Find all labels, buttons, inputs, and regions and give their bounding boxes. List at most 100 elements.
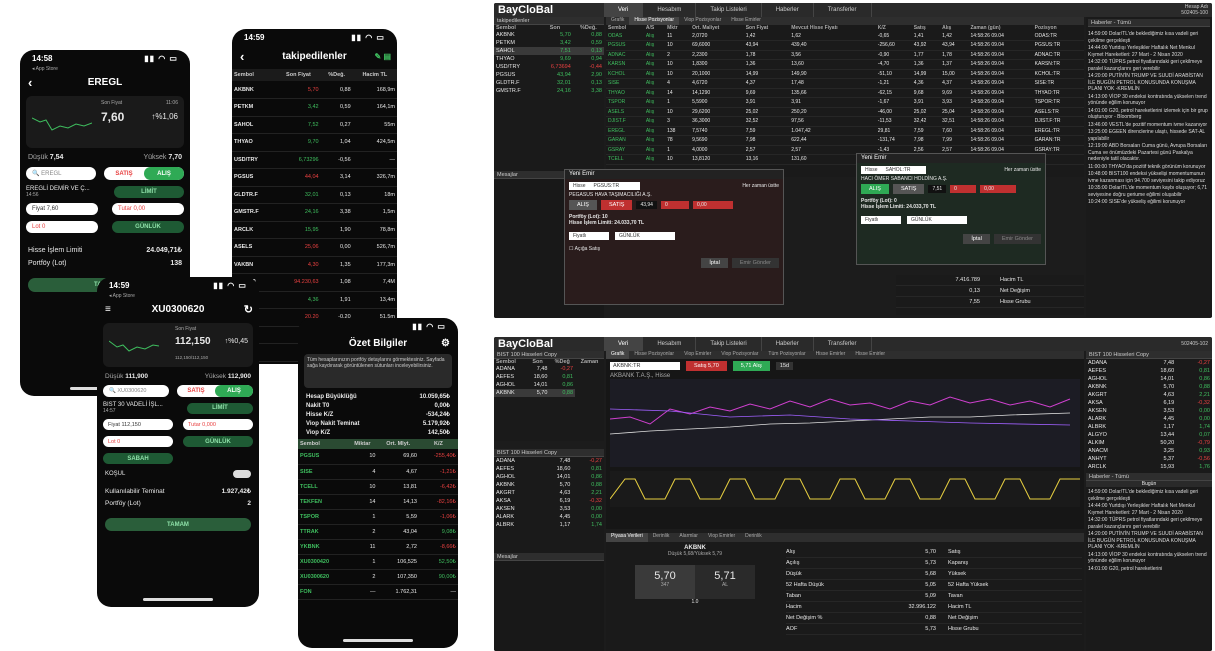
sell-button[interactable]: SATIŞ <box>600 200 633 210</box>
table-row[interactable]: ALBRK 1,17 1,74 <box>494 521 604 529</box>
table-row[interactable]: TSPOR Alış 1 5,5900 3,91 3,91 -1,67 3,91 3,93 14:… <box>606 98 1084 107</box>
table-row[interactable]: ANHYT 5,37 -0,56 <box>1086 455 1212 463</box>
table-row[interactable]: XU0300620 2 107,350 90,00₺ <box>298 569 458 584</box>
news-item[interactable]: 14:59:00 Dolar/TL'de beklediğimiz kısa v… <box>1088 489 1210 502</box>
table-row[interactable]: ADNAC Alış 2 2,2300 1,78 3,56 -0,90 1,77 1,78 14:… <box>606 50 1084 60</box>
table-row[interactable]: EREGL Alış 138 7,5740 7,59 1.047,42 29,81 7,59 7… <box>606 126 1084 136</box>
table-row[interactable]: PGSUS Alış 10 69,6000 43,94 439,40 -256,60 43,9… <box>606 41 1084 50</box>
price-field[interactable]: Fiyat 7,60 <box>26 203 98 215</box>
table-row[interactable]: AEFES 18,60 0,81 <box>494 373 604 381</box>
news-item[interactable]: 11:00:00 THYAO'da pozitif teknik görünüm… <box>1088 164 1210 171</box>
sub-tab[interactable]: Tüm Pozisyonlar <box>763 351 810 359</box>
table-row[interactable]: ODAS Alış 11 2,0720 1,42 1,62 -0,65 1,41 1,42 14:… <box>606 31 1084 41</box>
top-tab[interactable]: Transferler <box>814 3 872 17</box>
top-tab[interactable]: Hesabım <box>643 337 697 351</box>
news-item[interactable]: 13:25:00 EGEEN direnclerine ulaştı, hiss… <box>1088 129 1210 142</box>
validity-select[interactable]: GÜNLÜK <box>112 221 184 233</box>
table-row[interactable]: THYAO 9,70 1,04 424,5m <box>232 134 397 151</box>
side-toggle[interactable]: SATIŞ ALIŞ <box>104 167 184 180</box>
table-row[interactable]: ALARK 4,45 0,00 <box>1086 415 1212 423</box>
ok-button[interactable]: TAMAM <box>105 518 251 531</box>
news-item[interactable]: 14:44:00 Yurtdışı Yerleşikler Haftalık N… <box>1088 503 1210 516</box>
order-type-select[interactable]: LİMİT <box>187 402 253 414</box>
validity-select[interactable]: GÜNLÜK <box>183 436 253 447</box>
table-row[interactable]: AGHOL 14,01 0,86 <box>494 473 604 481</box>
symbol-input[interactable]: SAHOL:TR <box>881 166 926 174</box>
table-row[interactable]: ASELS Alış 10 29,6200 25,02 250,20 -46,00 25,02… <box>606 107 1084 117</box>
validity-select[interactable]: GÜNLÜK <box>907 216 967 224</box>
order-type-select[interactable]: LİMİT <box>114 186 184 198</box>
news-item[interactable]: 14:20:00 PUTİN'İN TRUMP VE SUUDİ ARABİST… <box>1088 531 1210 551</box>
top-tab[interactable]: Veri <box>604 337 644 351</box>
table-row[interactable]: AKBNK 5,70 0,88 <box>494 481 604 489</box>
table-row[interactable]: AKBNK 5,70 0,88 <box>494 31 604 39</box>
condition-toggle[interactable] <box>233 470 251 478</box>
table-row[interactable]: AGHOL 14,01 0,86 <box>494 381 604 389</box>
table-row[interactable]: YKBNK 11 2,72 -8,66₺ <box>298 539 458 554</box>
table-row[interactable]: SAHOL 7,51 0,13 <box>494 47 604 55</box>
amount-field[interactable]: Tutar 0,00 <box>112 203 184 215</box>
top-tab[interactable]: Hesabım <box>643 3 697 17</box>
always-on-top-checkbox[interactable]: Her zaman üstte <box>1004 167 1041 173</box>
sub-tab[interactable]: Hisse Pozisyonlar <box>629 351 679 359</box>
send-order-button[interactable]: Emir Gönder <box>993 234 1041 244</box>
news-item[interactable]: 14:32:00 TÜPRS petrol fiyatlarındaki ger… <box>1088 517 1210 530</box>
price-input[interactable]: 7,51 <box>928 185 947 193</box>
chart-symbol-input[interactable]: AKBNK:TR <box>610 362 680 370</box>
table-row[interactable]: ADANA 7,48 -0,27 <box>1086 359 1212 367</box>
table-row[interactable]: SAHOL 7,52 0,27 55m <box>232 116 397 134</box>
send-order-button[interactable]: Emir Gönder <box>731 258 779 268</box>
table-row[interactable]: AGHOL 14,01 0,86 <box>1086 375 1212 383</box>
table-row[interactable]: ARCLK 15,93 1,76 <box>1086 463 1212 471</box>
table-row[interactable]: ADANA 7,48 -0,27 <box>494 365 604 373</box>
table-row[interactable]: ASELS 25,06 0,00 526,7m <box>232 239 397 256</box>
top-tab[interactable]: Takip Listeleri <box>696 337 762 351</box>
table-row[interactable]: AKGRT 4,63 2,21 <box>1086 391 1212 399</box>
menu-icon[interactable]: ≡ <box>105 304 111 315</box>
sell-button[interactable]: SATIŞ <box>892 184 925 194</box>
news-item[interactable]: 14:59:00 Dolar/TL'de beklediğimiz kısa v… <box>1088 31 1210 44</box>
news-item[interactable]: 10:48:00 BIST100 endeksi yükselişi momen… <box>1088 171 1210 184</box>
chart-buy-button[interactable]: 5,71 Alış <box>732 361 770 371</box>
amount-field[interactable]: Tutar 0,000 <box>183 419 253 430</box>
buy-toggle[interactable]: ALIŞ <box>144 167 184 180</box>
validity-select[interactable]: GÜNLÜK <box>615 232 675 240</box>
sub-tab[interactable]: Viop Emirler <box>679 351 716 359</box>
table-row[interactable]: TTRAK 2 43,04 9,08₺ <box>298 524 458 539</box>
always-on-top-checkbox[interactable]: Her zaman üstte <box>742 183 779 189</box>
cancel-button[interactable]: İptal <box>963 234 990 244</box>
table-row[interactable]: ALBRK 1,17 1,74 <box>1086 423 1212 431</box>
sell-toggle[interactable]: SATIŞ <box>177 385 215 397</box>
table-row[interactable]: GLDTR.F 32,01 0,13 18m <box>232 186 397 204</box>
table-row[interactable]: KARSN Alış 10 1,8300 1,36 13,60 -4,70 1,36 1,37 1… <box>606 60 1084 69</box>
table-row[interactable]: USD/TRY 6,73296 -0,56— <box>232 151 397 169</box>
table-row[interactable]: ARCLK 15,95 1,90 78,8m <box>232 221 397 239</box>
sub-tab[interactable]: Hisse Pozisyonlar <box>629 17 680 25</box>
short-sell-checkbox[interactable]: ☐ Açığa Satış <box>569 246 779 252</box>
table-row[interactable]: AKGRT 4,63 2,21 <box>494 489 604 497</box>
top-tab[interactable]: Haberler <box>762 3 814 17</box>
table-row[interactable]: PETKM 3,42 0,59 <box>494 39 604 47</box>
lot-field[interactable]: Lot 0 <box>103 436 173 447</box>
table-row[interactable]: DJIST.F Alış 3 36,3000 32,52 97,56 -11,53 32,42… <box>606 117 1084 126</box>
table-row[interactable]: PGSUS 44,04 3,14 326,7m <box>232 169 397 186</box>
buy-button[interactable]: ALIŞ <box>861 184 889 194</box>
table-row[interactable]: XU0300420 1 106,525 52,50₺ <box>298 554 458 569</box>
table-row[interactable]: AKSA 6,19 -0,32 <box>494 497 604 505</box>
news-item[interactable]: 14:13:00 VİOP 30 endeksi kontratında yük… <box>1088 552 1210 565</box>
news-item[interactable]: 10:24:00 SISE'de yükseliş eğilimi korunu… <box>1088 199 1210 206</box>
chart-sell-button[interactable]: Satış 5,70 <box>686 361 727 371</box>
table-row[interactable]: SISE Alış 4 4,6720 4,37 17,48 -1,21 4,36 4,37 14:… <box>606 79 1084 88</box>
back-icon[interactable]: ‹ <box>28 75 32 90</box>
table-row[interactable]: GARAN Alış 78 9,5690 7,98 622,44 -131,74 7,98 7,… <box>606 136 1084 145</box>
table-row[interactable]: THYAO 9,69 0,94 <box>494 55 604 63</box>
table-row[interactable]: TEKFEN 14 14,13 -82,16₺ <box>298 494 458 509</box>
table-row[interactable]: SISE 4 4,67 -1,21₺ <box>298 464 458 479</box>
buy-button[interactable]: ALIŞ <box>569 200 597 210</box>
news-item[interactable]: 14:44:00 Yurtdışı Yerleşikler Haftalık N… <box>1088 45 1210 58</box>
session-select[interactable]: SABAH <box>103 453 173 464</box>
table-row[interactable]: ADANA 7,48 -0,27 <box>494 457 604 465</box>
table-row[interactable]: PETKM 3,42 0,59 164,1m <box>232 99 397 116</box>
order-type-select[interactable]: Fiyatlı <box>569 232 609 240</box>
instrument-type-select[interactable]: Hisse <box>569 182 590 190</box>
